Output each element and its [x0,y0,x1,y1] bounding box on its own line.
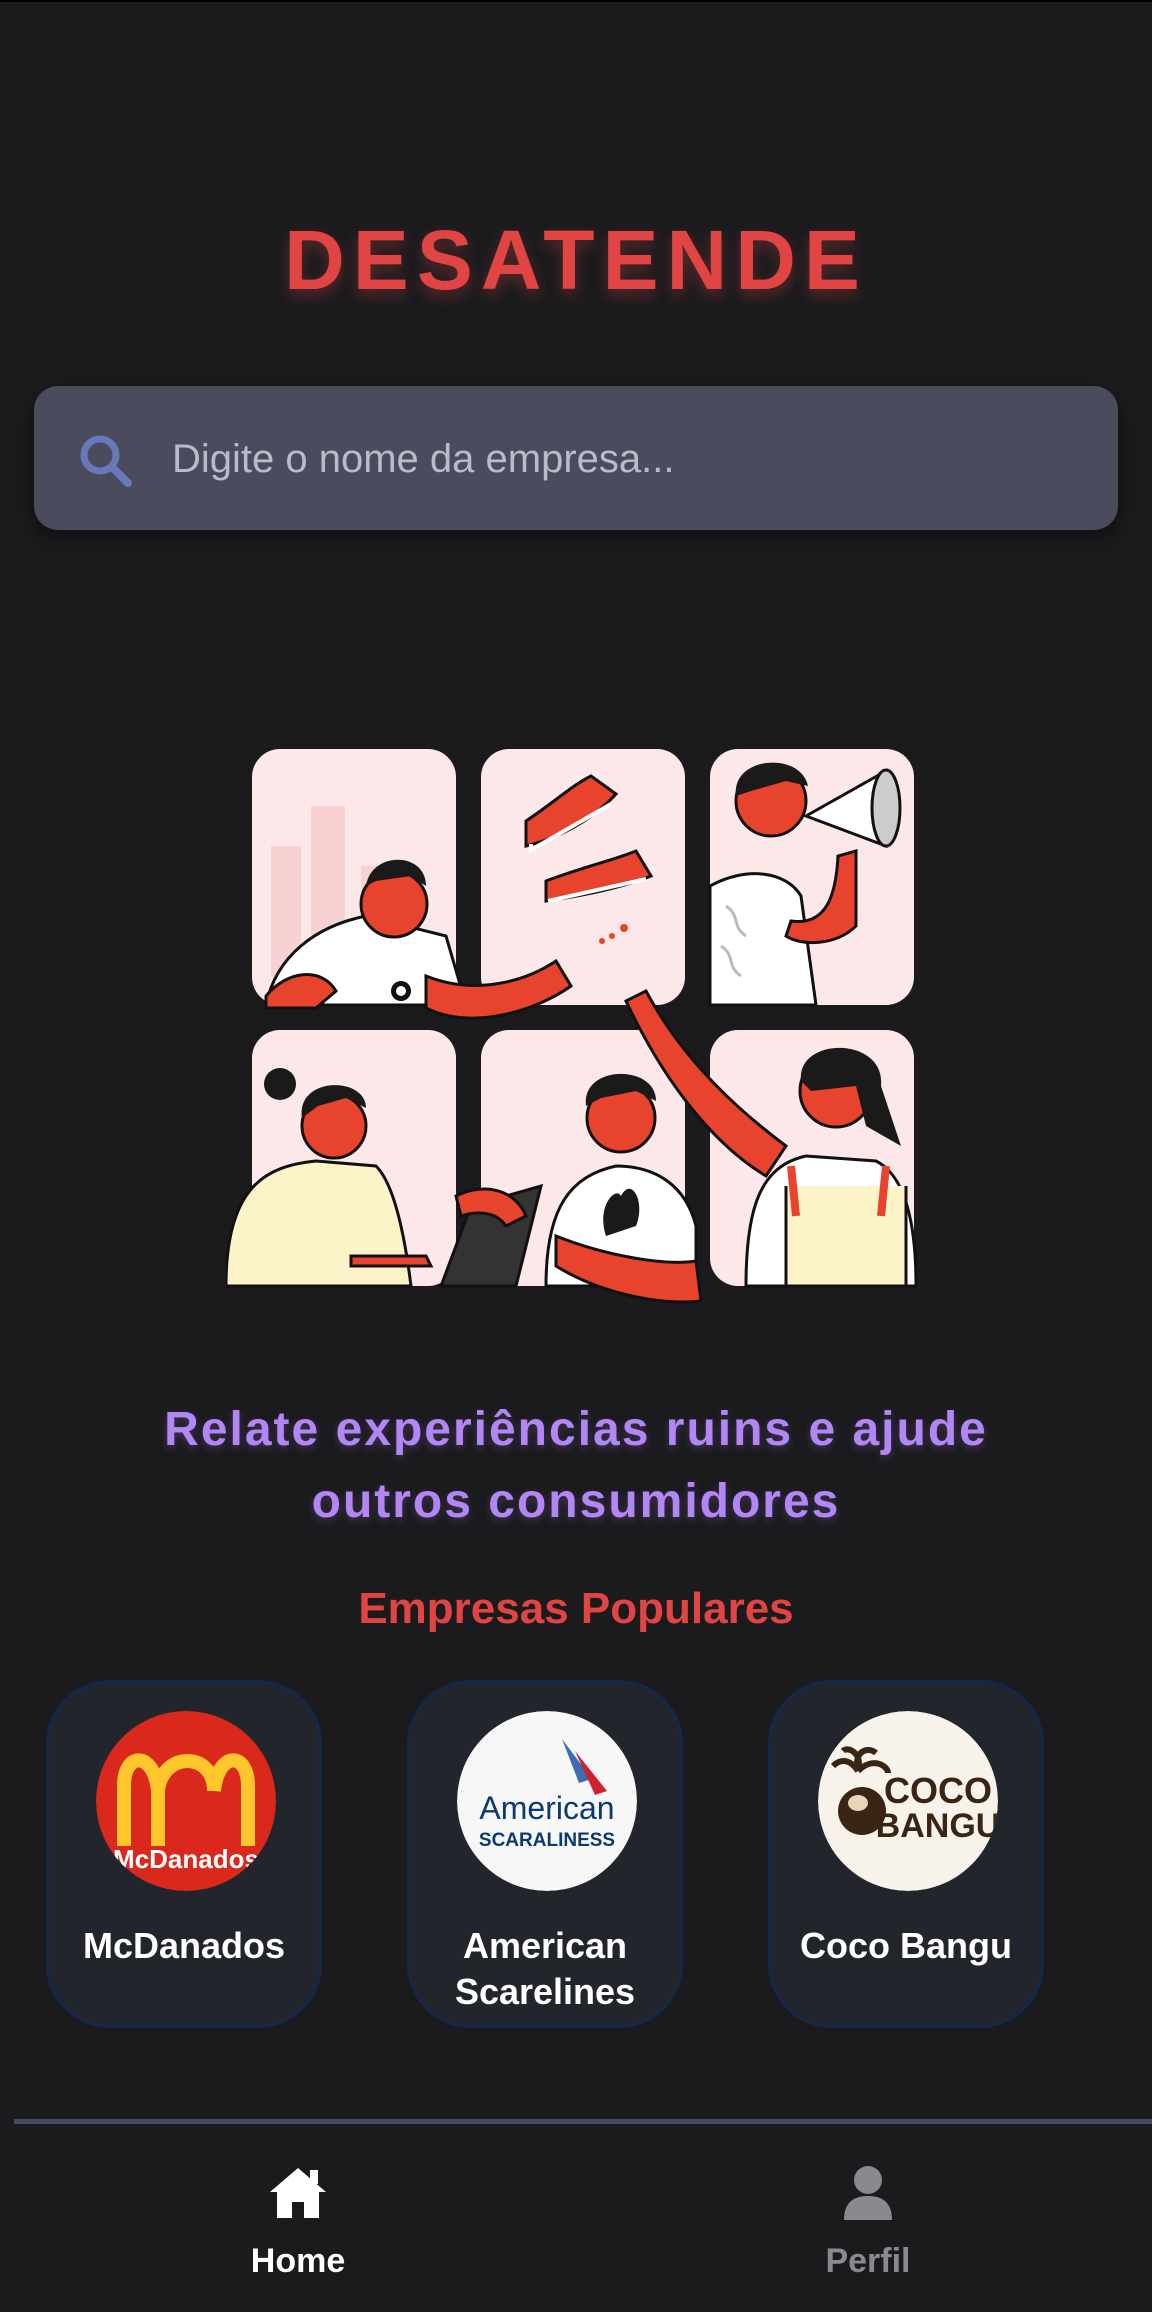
coco-bangu-logo: COCO BANGU [818,1711,998,1891]
popular-section-title: Empresas Populares [358,1584,794,1633]
company-name: Coco Bangu [800,1925,1012,1966]
search-icon [80,435,132,487]
nav-item-profile[interactable]: Perfil [718,2124,1018,2312]
hero-tagline: Relate experiências ruins e ajude outros… [164,1403,988,1528]
home-icon [270,2168,326,2218]
company-card-mcdanados[interactable]: McDanados McDanados [46,1680,322,2028]
company-card-coco-bangu[interactable]: COCO BANGU Coco Bangu [768,1680,1044,2028]
nav-item-home[interactable]: Home [148,2124,448,2312]
hero-illustration [226,749,918,1304]
company-name: American Scarelines [454,1925,636,2012]
search-bar[interactable] [34,386,1118,532]
search-input[interactable] [170,386,1074,532]
american-scarelines-logo: American SCARALINESS [457,1711,637,1891]
svg-text:COCO: COCO [884,1770,992,1811]
app-title: DESATENDE [284,213,868,307]
svg-text:BANGU: BANGU [876,1807,998,1845]
status-edge [0,0,1152,2]
nav-label-home: Home [250,2242,346,2280]
svg-text:SCARALINESS: SCARALINESS [479,1830,615,1851]
mcdanados-logo: McDanados [96,1711,276,1891]
company-card-american-scarelines[interactable]: American SCARALINESS American Scarelines [407,1680,683,2028]
user-icon [844,2166,892,2220]
company-name: McDanados [82,1925,286,1966]
svg-text:McDanados: McDanados [113,1844,259,1874]
bottom-nav: Home Perfil [0,2124,1152,2312]
nav-label-profile: Perfil [825,2242,911,2280]
svg-text:American: American [479,1790,614,1826]
